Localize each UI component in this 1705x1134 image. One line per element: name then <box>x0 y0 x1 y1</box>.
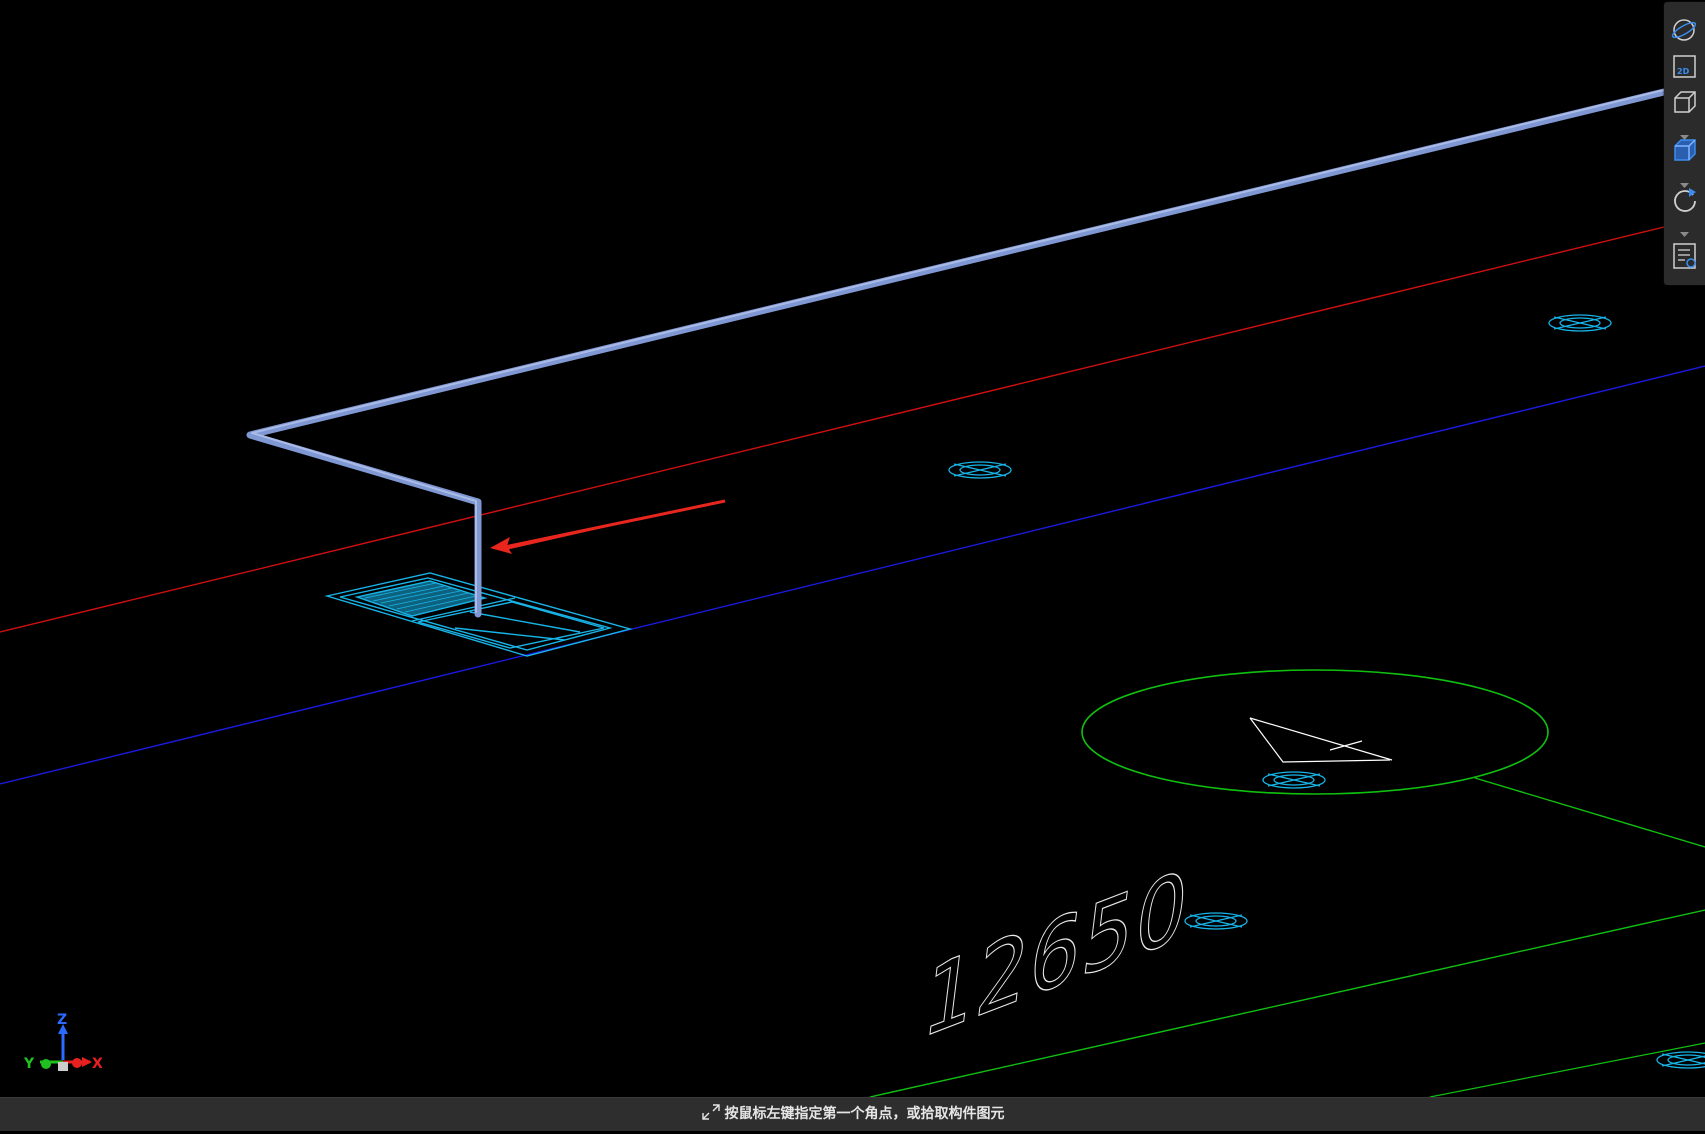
sprinkler-symbol[interactable] <box>1184 912 1248 930</box>
dimension-text: 12650 <box>917 847 1196 1061</box>
3d-viewport[interactable]: 12650 Z X Y <box>0 0 1705 1098</box>
corner-select-icon <box>701 1101 721 1120</box>
annotation-arrow <box>490 499 726 554</box>
pipe-highlight <box>251 89 1665 613</box>
y-axis-label: Y <box>23 1056 35 1072</box>
axis-number-glyph <box>1249 717 1393 763</box>
scene-svg: 12650 <box>0 88 1705 1098</box>
y-axis-icon <box>41 1059 51 1069</box>
green-grid-line-bottom <box>1429 1042 1705 1098</box>
red-axis-line <box>0 226 1665 633</box>
x-arrow-icon <box>82 1057 92 1067</box>
status-message-row: 按鼠标左键指定第一个角点，或拾取构件图元 <box>0 1098 1705 1131</box>
sprinkler-symbol[interactable] <box>1548 314 1612 332</box>
orbit-sphere-icon[interactable] <box>1669 14 1700 44</box>
properties-panel-icon[interactable] <box>1669 241 1700 271</box>
sprinkler-symbol[interactable] <box>1262 771 1326 789</box>
chevron-down-icon[interactable] <box>1680 126 1689 140</box>
sprinkler-symbol[interactable] <box>948 461 1012 479</box>
status-message: 按鼠标左键指定第一个角点，或拾取构件图元 <box>724 1106 1005 1122</box>
chevron-down-icon[interactable] <box>1680 223 1689 237</box>
view-toolbar: 2D <box>1664 2 1705 285</box>
blue-axis-line <box>0 365 1705 785</box>
z-axis-label: Z <box>57 1012 67 1028</box>
axis-gizmo[interactable]: Z X Y <box>22 1012 112 1082</box>
green-grid-line-upper <box>1474 777 1705 848</box>
shaded-cube-icon[interactable] <box>1669 136 1700 166</box>
chevron-down-icon[interactable] <box>1680 174 1689 188</box>
2d-view-button[interactable]: 2D <box>1669 52 1700 82</box>
x-axis-label: X <box>92 1056 103 1072</box>
sprinkler-symbol[interactable] <box>1656 1051 1705 1069</box>
status-bar: 按鼠标左键指定第一个角点，或拾取构件图元 <box>0 1097 1705 1131</box>
2d-view-label: 2D <box>1677 67 1690 76</box>
pipe[interactable] <box>246 88 1668 618</box>
rotate-icon[interactable] <box>1669 185 1700 215</box>
wireframe-cube-icon[interactable] <box>1669 88 1700 118</box>
